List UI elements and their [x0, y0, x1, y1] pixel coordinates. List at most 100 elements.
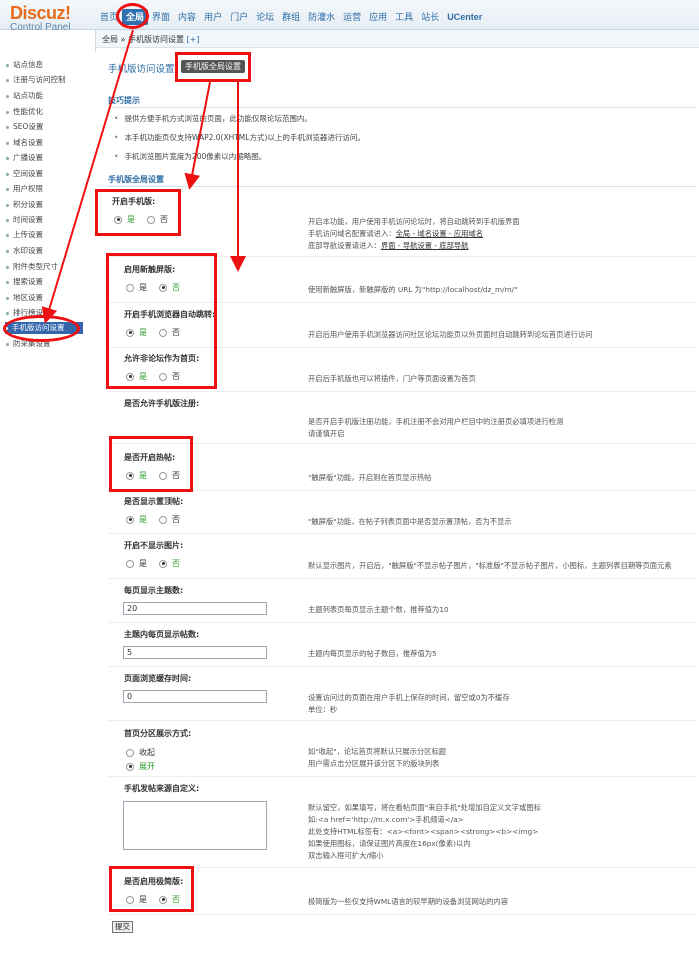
sidebar-item-ranking[interactable]: 排行榜设置 — [6, 307, 51, 319]
radio-option-yes[interactable]: 是 — [126, 371, 147, 382]
submit-button[interactable]: 提交 — [112, 921, 133, 933]
radio-button[interactable] — [126, 895, 134, 904]
sidebar-item-seo[interactable]: SEO设置 — [6, 121, 43, 133]
radio-option-yes[interactable]: 是 — [126, 558, 147, 569]
nav-operations[interactable]: 运营 — [339, 9, 365, 25]
radio-option-no[interactable]: 否 — [159, 894, 180, 905]
sidebar-item-upload[interactable]: 上传设置 — [6, 229, 43, 241]
footer-nav-link[interactable]: 界面 - 导航设置 - 底部导航 — [381, 241, 469, 250]
sidebar-item-watermark[interactable]: 水印设置 — [6, 245, 43, 257]
page-title: 手机版访问设置 — [108, 64, 175, 75]
radio-option-yes[interactable]: 是 — [126, 327, 147, 338]
radio-button[interactable] — [114, 215, 122, 224]
posts-per-page-input[interactable]: 5 — [123, 646, 267, 659]
setting-label-partition: 首页分区展示方式: — [124, 729, 192, 738]
radio-option-no[interactable]: 否 — [147, 214, 168, 225]
radio-button[interactable] — [159, 372, 167, 381]
radio-option-yes[interactable]: 是 — [126, 894, 147, 905]
radio-button[interactable] — [159, 283, 167, 292]
row-divider — [108, 776, 696, 777]
breadcrumb-plus-link[interactable]: [+] — [187, 35, 200, 44]
sidebar-item-site-info[interactable]: 站点信息 — [6, 59, 43, 71]
tips-heading: 技巧提示 — [108, 96, 140, 105]
nav-tools[interactable]: 工具 — [391, 9, 417, 25]
desc-line: 开启后用户使用手机浏览器访问社区论坛功能页以外页面时自动跳转到论坛首页进行访问 — [308, 330, 593, 339]
radio-option-no[interactable]: 否 — [159, 327, 180, 338]
nav-apps[interactable]: 应用 — [365, 9, 391, 25]
radio-button[interactable] — [126, 559, 134, 568]
radio-option-expand[interactable]: 展开 — [126, 761, 155, 772]
sidebar-item-domain[interactable]: 域名设置 — [6, 137, 43, 149]
sidebar-item-space[interactable]: 空间设置 — [6, 168, 43, 180]
sidebar-item-performance[interactable]: 性能优化 — [6, 106, 43, 118]
tips-divider — [108, 107, 696, 108]
nav-home[interactable]: 首页 — [96, 9, 122, 25]
radio-option-no[interactable]: 否 — [159, 514, 180, 525]
source-textarea[interactable] — [123, 801, 267, 850]
nav-ucenter[interactable]: UCenter — [443, 9, 486, 25]
radio-button[interactable] — [126, 328, 134, 337]
sidebar-item-register[interactable]: 注册与访问控制 — [6, 74, 66, 86]
sidebar-item-search[interactable]: 搜索设置 — [6, 276, 43, 288]
radio-option-no[interactable]: 否 — [159, 282, 180, 293]
radio-button[interactable] — [126, 471, 134, 480]
setting-desc-new-touch: 使用新触屏版，新触屏版的 URL 为"http://localhost/dz_m… — [308, 284, 518, 296]
nav-interface[interactable]: 界面 — [148, 9, 174, 25]
nav-groups[interactable]: 群组 — [278, 9, 304, 25]
radio-button[interactable] — [126, 515, 134, 524]
nav-webmaster[interactable]: 站长 — [417, 9, 443, 25]
radio-button[interactable] — [159, 471, 167, 480]
top-header: Discuz! Control Panel 首页 全局 界面 内容 用户 门户 … — [0, 0, 699, 33]
radio-button[interactable] — [159, 559, 167, 568]
sidebar-item-attachment[interactable]: 附件类型尺寸 — [6, 261, 58, 273]
radio-button[interactable] — [126, 283, 134, 292]
radio-option-yes[interactable]: 是 — [126, 470, 147, 481]
nav-forum[interactable]: 论坛 — [252, 9, 278, 25]
radio-label: 否 — [172, 372, 180, 381]
radio-option-yes[interactable]: 是 — [114, 214, 135, 225]
radio-option-no[interactable]: 否 — [159, 371, 180, 382]
app-root: Discuz! Control Panel 首页 全局 界面 内容 用户 门户 … — [0, 0, 699, 953]
radio-group-nonforum-home: 是 否 — [126, 371, 180, 382]
topics-per-page-input[interactable]: 20 — [123, 602, 267, 615]
nav-portal[interactable]: 门户 — [226, 9, 252, 25]
setting-label-hide-images: 开启不显示图片: — [124, 541, 184, 550]
sidebar-item-time[interactable]: 时间设置 — [6, 214, 43, 226]
radio-button[interactable] — [126, 748, 134, 757]
radio-button[interactable] — [159, 328, 167, 337]
radio-button[interactable] — [159, 515, 167, 524]
setting-desc-nonforum-home: 开启后手机版也可以将插件，门户等页面设置为首页 — [308, 373, 476, 385]
breadcrumb-path[interactable]: 全局 » 手机版访问设置 — [102, 35, 184, 44]
nav-global[interactable]: 全局 — [122, 9, 149, 25]
desc-line: 用户需点击分区展开该分区下的版块列表 — [308, 759, 440, 768]
logo[interactable]: Discuz! Control Panel — [10, 4, 95, 36]
sidebar-item-credits[interactable]: 积分设置 — [6, 199, 43, 211]
radio-button[interactable] — [159, 895, 167, 904]
radio-button[interactable] — [126, 762, 134, 771]
sidebar-item-region[interactable]: 地区设置 — [6, 292, 43, 304]
radio-option-yes[interactable]: 是 — [126, 282, 147, 293]
sidebar-item-site-features[interactable]: 站点功能 — [6, 90, 43, 102]
domain-settings-link[interactable]: 全局 - 域名设置 - 应用域名 — [396, 229, 484, 238]
sidebar: 站点信息 注册与访问控制 站点功能 性能优化 SEO设置 域名设置 广播设置 空… — [0, 52, 96, 953]
radio-option-collapse[interactable]: 收起 — [126, 747, 155, 758]
row-divider — [108, 443, 696, 444]
tab-mobile-global[interactable]: 手机版全局设置 — [181, 60, 245, 73]
desc-line: 设置访问过的页面在用户手机上保存的时间，留空或0为不缓存 — [308, 693, 510, 702]
radio-button[interactable] — [126, 372, 134, 381]
sidebar-item-broadcast[interactable]: 广播设置 — [6, 152, 43, 164]
radio-button[interactable] — [147, 215, 155, 224]
radio-label: 是 — [139, 559, 147, 568]
nav-content[interactable]: 内容 — [174, 9, 200, 25]
cache-time-input[interactable]: 0 — [123, 690, 267, 703]
sidebar-item-anticollect[interactable]: 防采集设置 — [6, 338, 51, 350]
sidebar-item-permissions[interactable]: 用户权限 — [6, 183, 43, 195]
radio-option-yes[interactable]: 是 — [126, 514, 147, 525]
sidebar-item-mobile[interactable]: 手机版访问设置 — [5, 322, 83, 334]
settings-divider — [108, 186, 696, 187]
radio-option-no[interactable]: 否 — [159, 470, 180, 481]
radio-option-no[interactable]: 否 — [159, 558, 180, 569]
radio-label: 否 — [172, 559, 180, 568]
nav-antispam[interactable]: 防灌水 — [304, 9, 339, 25]
nav-users[interactable]: 用户 — [200, 9, 226, 25]
